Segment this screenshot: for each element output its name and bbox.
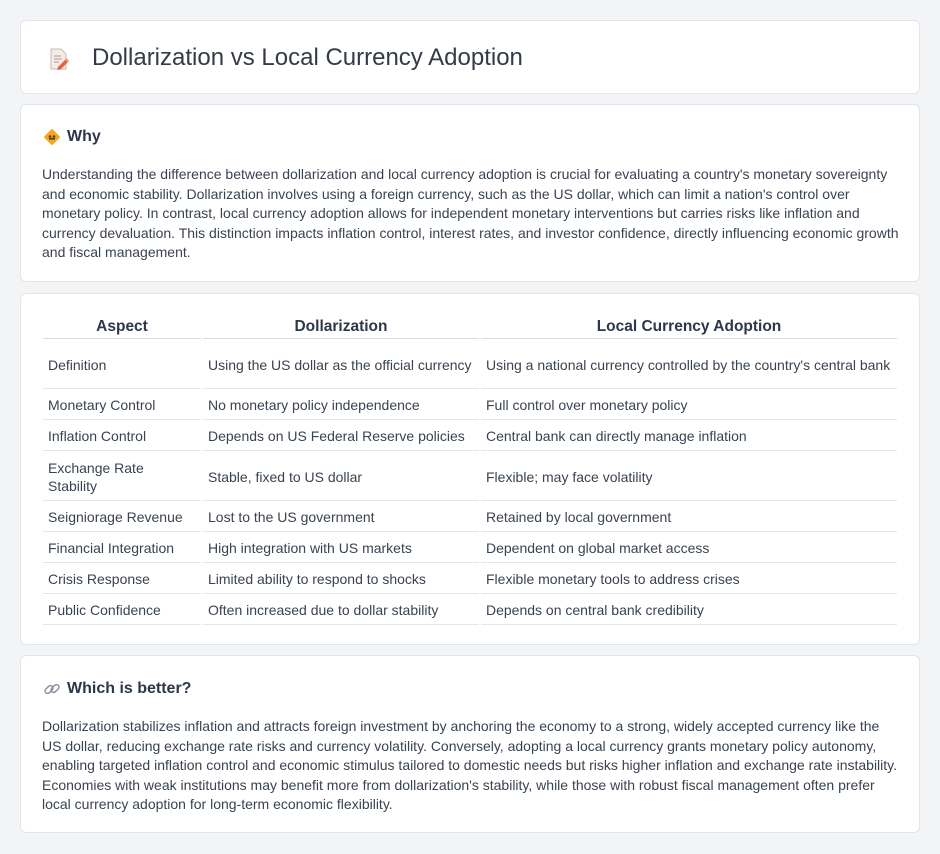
row-local-currency: Retained by local government	[481, 503, 897, 532]
row-local-currency: Dependent on global market access	[481, 534, 897, 563]
row-dollarization: Using the US dollar as the official curr…	[203, 341, 479, 389]
table-row: Seigniorage Revenue Lost to the US gover…	[43, 503, 897, 532]
row-local-currency: Full control over monetary policy	[481, 391, 897, 420]
row-aspect: Monetary Control	[43, 391, 201, 420]
row-dollarization: High integration with US markets	[203, 534, 479, 563]
why-heading: Why	[67, 128, 101, 145]
row-aspect: Financial Integration	[43, 534, 201, 563]
row-local-currency: Flexible monetary tools to address crise…	[481, 565, 897, 594]
why-section: Why Understanding the difference between…	[20, 104, 920, 282]
why-body: Understanding the difference between dol…	[42, 166, 899, 261]
which-heading: Which is better?	[67, 680, 192, 697]
which-section: Which is better? Dollarization stabilize…	[20, 655, 920, 833]
row-dollarization: No monetary policy independence	[203, 391, 479, 420]
header-dollarization: Dollarization	[203, 316, 479, 339]
row-dollarization: Depends on US Federal Reserve policies	[203, 422, 479, 451]
row-aspect: Exchange Rate Stability	[43, 453, 201, 501]
table-row: Inflation Control Depends on US Federal …	[43, 422, 897, 451]
row-dollarization: Lost to the US government	[203, 503, 479, 532]
row-aspect: Seigniorage Revenue	[43, 503, 201, 532]
table-row: Exchange Rate Stability Stable, fixed to…	[43, 453, 897, 501]
row-dollarization: Often increased due to dollar stability	[203, 596, 479, 625]
header-aspect: Aspect	[43, 316, 201, 339]
row-aspect: Crisis Response	[43, 565, 201, 594]
row-dollarization: Stable, fixed to US dollar	[203, 453, 479, 501]
table-row: Financial Integration High integration w…	[43, 534, 897, 563]
diamond-sign-icon	[43, 128, 61, 146]
document-pencil-icon	[49, 48, 70, 71]
table-row: Definition Using the US dollar as the of…	[43, 341, 897, 389]
row-local-currency: Flexible; may face volatility	[481, 453, 897, 501]
row-aspect: Inflation Control	[43, 422, 201, 451]
table-row: Crisis Response Limited ability to respo…	[43, 565, 897, 594]
row-local-currency: Depends on central bank credibility	[481, 596, 897, 625]
link-icon	[43, 680, 61, 698]
comparison-table: Aspect Dollarization Local Currency Adop…	[41, 314, 899, 627]
title-card: Dollarization vs Local Currency Adoption	[20, 20, 920, 94]
row-local-currency: Using a national currency controlled by …	[481, 341, 897, 389]
table-row: Monetary Control No monetary policy inde…	[43, 391, 897, 420]
comparison-section: Aspect Dollarization Local Currency Adop…	[20, 293, 920, 645]
which-body: Dollarization stabilizes inflation and a…	[42, 718, 898, 813]
row-local-currency: Central bank can directly manage inflati…	[481, 422, 897, 451]
row-aspect: Public Confidence	[43, 596, 201, 625]
header-local-currency: Local Currency Adoption	[481, 316, 897, 339]
table-row: Public Confidence Often increased due to…	[43, 596, 897, 625]
table-header-row: Aspect Dollarization Local Currency Adop…	[43, 316, 897, 339]
page-title: Dollarization vs Local Currency Adoption	[92, 44, 523, 71]
row-aspect: Definition	[43, 341, 201, 389]
row-dollarization: Limited ability to respond to shocks	[203, 565, 479, 594]
